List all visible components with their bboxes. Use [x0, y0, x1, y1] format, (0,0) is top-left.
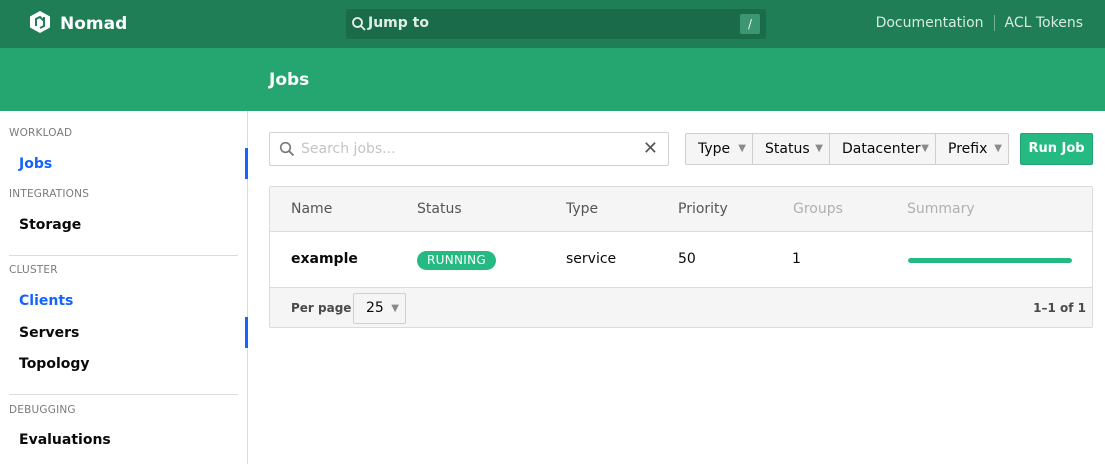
summary-bar — [908, 258, 1072, 263]
sidebar-item-topology[interactable]: Topology — [19, 356, 90, 372]
chevron-down-icon: ▼ — [815, 143, 823, 154]
top-nav-bar: Nomad Jump to / Documentation ACL Tokens — [0, 0, 1105, 48]
section-label-cluster: CLUSTER — [9, 264, 58, 276]
sidebar-item-evaluations[interactable]: Evaluations — [19, 432, 111, 448]
nav-divider — [993, 15, 995, 31]
search-input[interactable] — [301, 139, 621, 159]
chevron-down-icon: ▼ — [738, 143, 746, 154]
job-search-box: ✕ — [269, 132, 669, 166]
sidebar-item-clients[interactable]: Clients — [19, 293, 73, 309]
jobs-table: Name Status Type Priority Groups Summary… — [269, 186, 1093, 328]
filter-label: Prefix — [948, 141, 988, 157]
per-page-label: Per page — [291, 301, 352, 315]
per-page-select[interactable]: 25 ▼ — [353, 293, 406, 324]
column-header-summary: Summary — [907, 201, 975, 217]
job-type: service — [566, 251, 617, 267]
active-indicator — [245, 317, 248, 348]
chevron-down-icon: ▼ — [921, 143, 929, 154]
documentation-link[interactable]: Documentation — [876, 15, 984, 31]
column-header-priority[interactable]: Priority — [678, 201, 728, 217]
sidebar-divider — [9, 394, 238, 395]
summary-bar-fill — [908, 258, 1072, 263]
brand-link[interactable]: Nomad — [28, 10, 127, 38]
sidebar-divider — [9, 255, 238, 256]
column-header-name[interactable]: Name — [291, 201, 332, 217]
jump-to-label: Jump to — [368, 15, 429, 31]
status-badge: RUNNING — [417, 251, 496, 270]
table-row[interactable]: example RUNNING service 50 1 — [270, 232, 1092, 288]
job-priority: 50 — [678, 251, 696, 267]
filter-label: Datacenter — [842, 141, 921, 157]
sidebar: WORKLOAD Jobs INTEGRATIONS Storage CLUST… — [0, 111, 248, 464]
search-icon — [351, 16, 367, 32]
section-label-integrations: INTEGRATIONS — [9, 188, 90, 200]
search-icon — [279, 141, 295, 157]
nomad-logo-icon — [28, 10, 52, 38]
filter-label: Status — [765, 141, 810, 157]
jump-shortcut-key: / — [740, 14, 760, 34]
column-header-groups: Groups — [793, 201, 843, 217]
job-name[interactable]: example — [291, 251, 358, 267]
filter-group: Type ▼ Status ▼ Datacenter ▼ Prefix ▼ — [685, 133, 1009, 165]
job-groups: 1 — [792, 251, 801, 267]
filter-label: Type — [698, 141, 731, 157]
pagination-range: 1–1 of 1 — [1033, 301, 1086, 315]
filter-prefix[interactable]: Prefix ▼ — [936, 134, 1008, 164]
page-header: Jobs — [0, 48, 1105, 111]
section-label-workload: WORKLOAD — [9, 127, 73, 139]
active-indicator — [245, 148, 248, 179]
filter-status[interactable]: Status ▼ — [753, 134, 830, 164]
per-page-value: 25 — [366, 300, 384, 316]
table-footer: Per page 25 ▼ 1–1 of 1 — [270, 288, 1092, 327]
sidebar-item-jobs[interactable]: Jobs — [19, 156, 52, 172]
table-header: Name Status Type Priority Groups Summary — [270, 187, 1092, 232]
acl-tokens-link[interactable]: ACL Tokens — [1005, 15, 1083, 31]
filter-datacenter[interactable]: Datacenter ▼ — [830, 134, 936, 164]
chevron-down-icon: ▼ — [994, 143, 1002, 154]
clear-icon[interactable]: ✕ — [643, 139, 658, 159]
sidebar-item-servers[interactable]: Servers — [19, 325, 79, 341]
section-label-debugging: DEBUGGING — [9, 404, 76, 416]
column-header-status[interactable]: Status — [417, 201, 462, 217]
filter-type[interactable]: Type ▼ — [686, 134, 753, 164]
column-header-type[interactable]: Type — [566, 201, 598, 217]
brand-name: Nomad — [60, 14, 128, 34]
jump-to-search[interactable]: Jump to / — [346, 9, 766, 39]
run-job-button[interactable]: Run Job — [1020, 133, 1093, 165]
chevron-down-icon: ▼ — [391, 303, 399, 314]
page-title: Jobs — [269, 70, 310, 90]
sidebar-item-storage[interactable]: Storage — [19, 217, 81, 233]
